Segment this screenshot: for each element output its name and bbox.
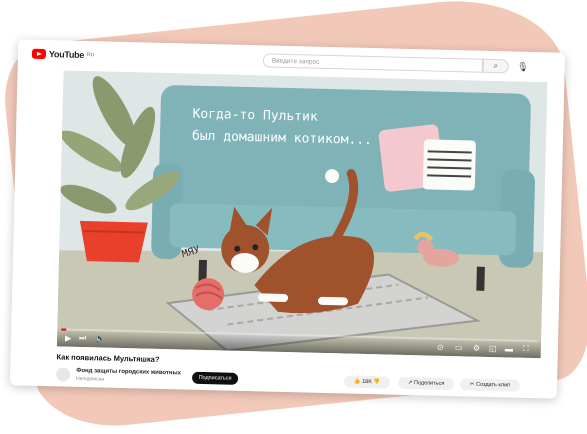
- play-icon[interactable]: ▶: [65, 334, 71, 343]
- search-icon: ⌕: [493, 60, 499, 71]
- fullscreen-icon[interactable]: ⛶: [523, 344, 529, 354]
- like-dislike-button[interactable]: 👍 18K 👎: [343, 375, 391, 389]
- search-button[interactable]: ⌕: [482, 58, 509, 74]
- scissors-icon: ✂: [469, 381, 475, 388]
- volume-icon[interactable]: 🔈: [95, 334, 105, 343]
- video-frame: МЯУ Когда-то Пультик был домашним котико…: [56, 70, 548, 359]
- settings-icon[interactable]: ⚙: [473, 344, 480, 353]
- caption-line-1: Когда-то Пультик: [192, 107, 318, 125]
- channel-subscribers: Неподписан: [75, 375, 105, 383]
- theater-mode-icon[interactable]: ▬: [505, 344, 513, 353]
- autoplay-toggle-icon[interactable]: ⊙: [437, 343, 444, 352]
- mic-button[interactable]: 🎙: [516, 60, 530, 74]
- subscribe-button[interactable]: Подписаться: [191, 371, 239, 385]
- thumbs-down-icon: 👎: [373, 379, 381, 386]
- youtube-play-icon: [31, 48, 47, 60]
- video-title: Как появилась Мультяшка?: [56, 352, 160, 364]
- logo-text: YouTube: [48, 49, 85, 60]
- share-icon: ↗: [407, 379, 413, 387]
- search-input[interactable]: Введите запрос: [262, 53, 483, 73]
- youtube-logo[interactable]: YouTube RU: [31, 48, 95, 61]
- miniplayer-icon[interactable]: ◱: [489, 344, 497, 353]
- logo-country-code: RU: [86, 52, 95, 59]
- mic-icon: 🎙: [516, 61, 529, 72]
- next-icon[interactable]: ⏭: [79, 333, 86, 343]
- thumbs-up-icon: 👍: [353, 378, 361, 385]
- video-player[interactable]: МЯУ Когда-то Пультик был домашним котико…: [56, 70, 548, 359]
- subtitles-icon[interactable]: ▭: [455, 343, 463, 352]
- clip-button[interactable]: ✂ Создать клип: [459, 378, 521, 392]
- share-button[interactable]: ↗ Поделиться: [397, 376, 455, 391]
- channel-name[interactable]: Фонд защиты городских животных: [76, 368, 181, 377]
- channel-avatar[interactable]: [55, 367, 71, 382]
- clip-label: Создать клип: [475, 381, 511, 389]
- share-label: Поделиться: [413, 380, 445, 387]
- like-count: 18K: [362, 378, 373, 386]
- youtube-window: YouTube RU Введите запрос ⌕ 🎙 МЯУ Когда-…: [9, 39, 566, 399]
